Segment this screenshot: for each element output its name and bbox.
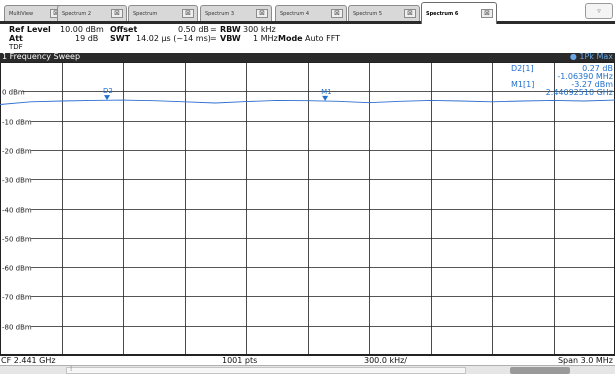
marker-d2-symbol bbox=[104, 95, 111, 101]
ref-level-value: 10.00 dBm bbox=[60, 25, 104, 34]
frequency-axis-bar: CF 2.441 GHz 1001 pts 300.0 kHz/ Span 3.… bbox=[0, 355, 615, 365]
close-icon[interactable]: ⊠ bbox=[111, 9, 123, 18]
att-value: 19 dB bbox=[75, 34, 99, 43]
tab-label: MultiView bbox=[9, 11, 34, 17]
y-tick-label: -70 dBm bbox=[2, 294, 32, 302]
marker-m1-label: M1[1] bbox=[511, 80, 535, 89]
y-tick-label: -60 dBm bbox=[2, 265, 32, 273]
tab-label: Spectrum bbox=[133, 11, 158, 17]
rbw-value: 300 kHz bbox=[243, 25, 276, 34]
grip-icon: ⁞ bbox=[70, 365, 73, 373]
status-field bbox=[66, 367, 466, 374]
window-title: 1 Frequency Sweep bbox=[2, 52, 81, 61]
settings-panel: Ref Level 10.00 dBm Offset 0.50 dB = RBW… bbox=[0, 24, 615, 53]
points-count: 1001 pts bbox=[222, 356, 258, 365]
status-bar: ⁞ bbox=[0, 365, 615, 374]
tab-label: Spectrum 4 bbox=[280, 11, 309, 17]
offset-label: Offset bbox=[110, 25, 138, 34]
y-tick-label: -80 dBm bbox=[2, 324, 32, 332]
tab-spectrum[interactable]: Spectrum ⊠ bbox=[128, 5, 198, 21]
close-icon[interactable]: ⊠ bbox=[404, 9, 416, 18]
mode-value: Auto FFT bbox=[305, 34, 341, 43]
spectrum-plot[interactable]: 0 dBm -10 dBm -20 dBm -30 dBm -40 dBm -50 dBm… bbox=[0, 62, 615, 355]
progress-indicator bbox=[510, 367, 570, 374]
plot-frame bbox=[0, 62, 615, 355]
close-icon[interactable]: ⊠ bbox=[481, 9, 493, 18]
close-icon[interactable]: ⊠ bbox=[331, 9, 343, 18]
y-tick-label: -30 dBm bbox=[2, 177, 32, 185]
offset-value: 0.50 dB bbox=[178, 25, 209, 34]
close-icon[interactable]: ⊠ bbox=[256, 9, 268, 18]
trace-line bbox=[0, 99, 615, 105]
tab-spectrum-6[interactable]: Spectrum 6 ⊠ bbox=[421, 2, 497, 24]
tab-bar: MultiView ⊠ Spectrum 2 ⊠ Spectrum ⊠ Spec… bbox=[0, 0, 615, 24]
tab-label: Spectrum 6 bbox=[426, 11, 459, 17]
center-frequency: CF 2.441 GHz bbox=[1, 356, 56, 365]
span-value: Span 3.0 MHz bbox=[557, 356, 613, 365]
tab-spectrum-4[interactable]: Spectrum 4 ⊠ bbox=[275, 5, 347, 21]
y-tick-label: -40 dBm bbox=[2, 207, 32, 215]
chevron-down-icon[interactable]: ▿ bbox=[585, 3, 613, 19]
close-icon[interactable]: ⊠ bbox=[182, 9, 194, 18]
division-width: 300.0 kHz/ bbox=[364, 356, 407, 365]
y-tick-label: -10 dBm bbox=[2, 119, 32, 127]
marker-m1-symbol bbox=[322, 95, 329, 101]
y-tick-label: 0 dBm bbox=[2, 89, 25, 97]
tab-label: Spectrum 3 bbox=[205, 11, 234, 17]
tab-spectrum-5[interactable]: Spectrum 5 ⊠ bbox=[348, 5, 420, 21]
marker-d2-label: D2[1] bbox=[511, 64, 534, 73]
mode-label: Mode bbox=[278, 34, 303, 43]
marker-m1-label: M1 bbox=[321, 88, 332, 96]
ref-level-label: Ref Level bbox=[9, 25, 51, 34]
y-tick-label: -20 dBm bbox=[2, 148, 32, 156]
tdf-label: TDF bbox=[9, 43, 23, 51]
window-title-bar: 1 Frequency Sweep ● 1Pk Max bbox=[0, 52, 615, 62]
tab-spectrum-2[interactable]: Spectrum 2 ⊠ bbox=[57, 5, 127, 21]
tab-label: Spectrum 5 bbox=[353, 11, 382, 17]
marker-d2-label: D2 bbox=[103, 87, 113, 95]
vbw-label: VBW bbox=[220, 34, 241, 43]
swt-label: SWT bbox=[110, 34, 131, 43]
trace-label: ● 1Pk Max bbox=[569, 52, 613, 61]
tab-spectrum-3[interactable]: Spectrum 3 ⊠ bbox=[200, 5, 272, 21]
vbw-value: 1 MHz bbox=[253, 34, 278, 43]
equals-sign: = bbox=[210, 25, 217, 34]
plot-canvas: 0 dBm -10 dBm -20 dBm -30 dBm -40 dBm -50 dBm… bbox=[0, 62, 615, 355]
y-tick-label: -50 dBm bbox=[2, 236, 32, 244]
marker-m1-freq: 2.44092510 GHz bbox=[545, 88, 613, 97]
swt-value: 14.02 µs (~14 ms) bbox=[136, 34, 211, 43]
tab-label: Spectrum 2 bbox=[62, 11, 91, 17]
att-label: Att bbox=[9, 34, 23, 43]
equals-sign: = bbox=[210, 34, 217, 43]
rbw-label: RBW bbox=[220, 25, 241, 34]
